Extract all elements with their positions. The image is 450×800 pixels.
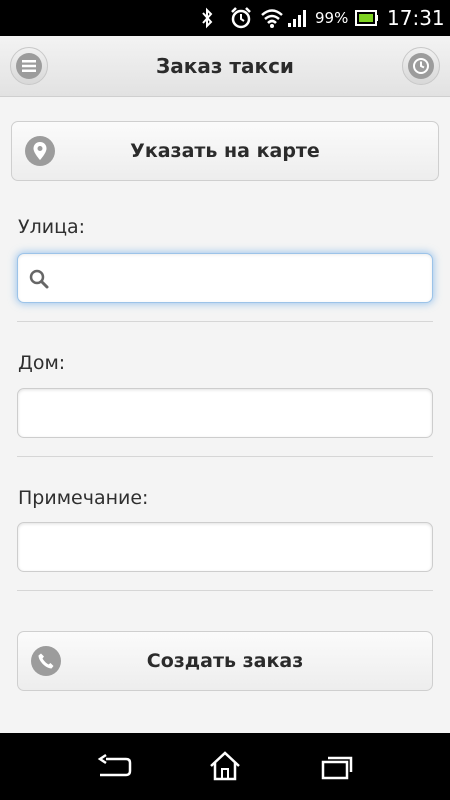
house-input[interactable]	[18, 389, 432, 437]
status-bar: 99% 17:31	[0, 0, 450, 36]
note-label: Примечание:	[18, 487, 149, 509]
map-button[interactable]: Указать на карте	[11, 121, 439, 181]
home-icon[interactable]	[205, 748, 245, 784]
create-order-label: Создать заказ	[146, 650, 304, 672]
signal-icon	[287, 0, 309, 36]
house-label: Дом:	[18, 352, 66, 374]
street-input[interactable]	[18, 254, 432, 302]
back-icon[interactable]	[94, 748, 134, 784]
create-order-button[interactable]: Создать заказ	[17, 631, 433, 691]
note-input[interactable]	[18, 523, 432, 571]
system-nav-bar	[0, 733, 450, 800]
status-clock: 17:31	[387, 6, 445, 30]
page-title: Заказ такси	[156, 54, 294, 78]
wifi-icon	[260, 0, 284, 36]
note-field[interactable]	[17, 522, 433, 572]
house-field[interactable]	[17, 388, 433, 438]
map-button-label: Указать на карте	[130, 140, 320, 162]
recent-apps-icon[interactable]	[317, 748, 357, 784]
street-label: Улица:	[18, 216, 86, 238]
history-button[interactable]	[402, 47, 440, 85]
battery-icon	[355, 0, 379, 36]
bluetooth-icon	[200, 0, 214, 36]
divider	[17, 456, 433, 457]
app-header: Заказ такси	[0, 36, 450, 97]
street-field[interactable]	[17, 253, 433, 303]
divider	[17, 590, 433, 591]
divider	[17, 321, 433, 322]
battery-percent: 99%	[315, 9, 349, 27]
clock-icon	[408, 53, 434, 79]
alarm-icon	[229, 0, 253, 36]
